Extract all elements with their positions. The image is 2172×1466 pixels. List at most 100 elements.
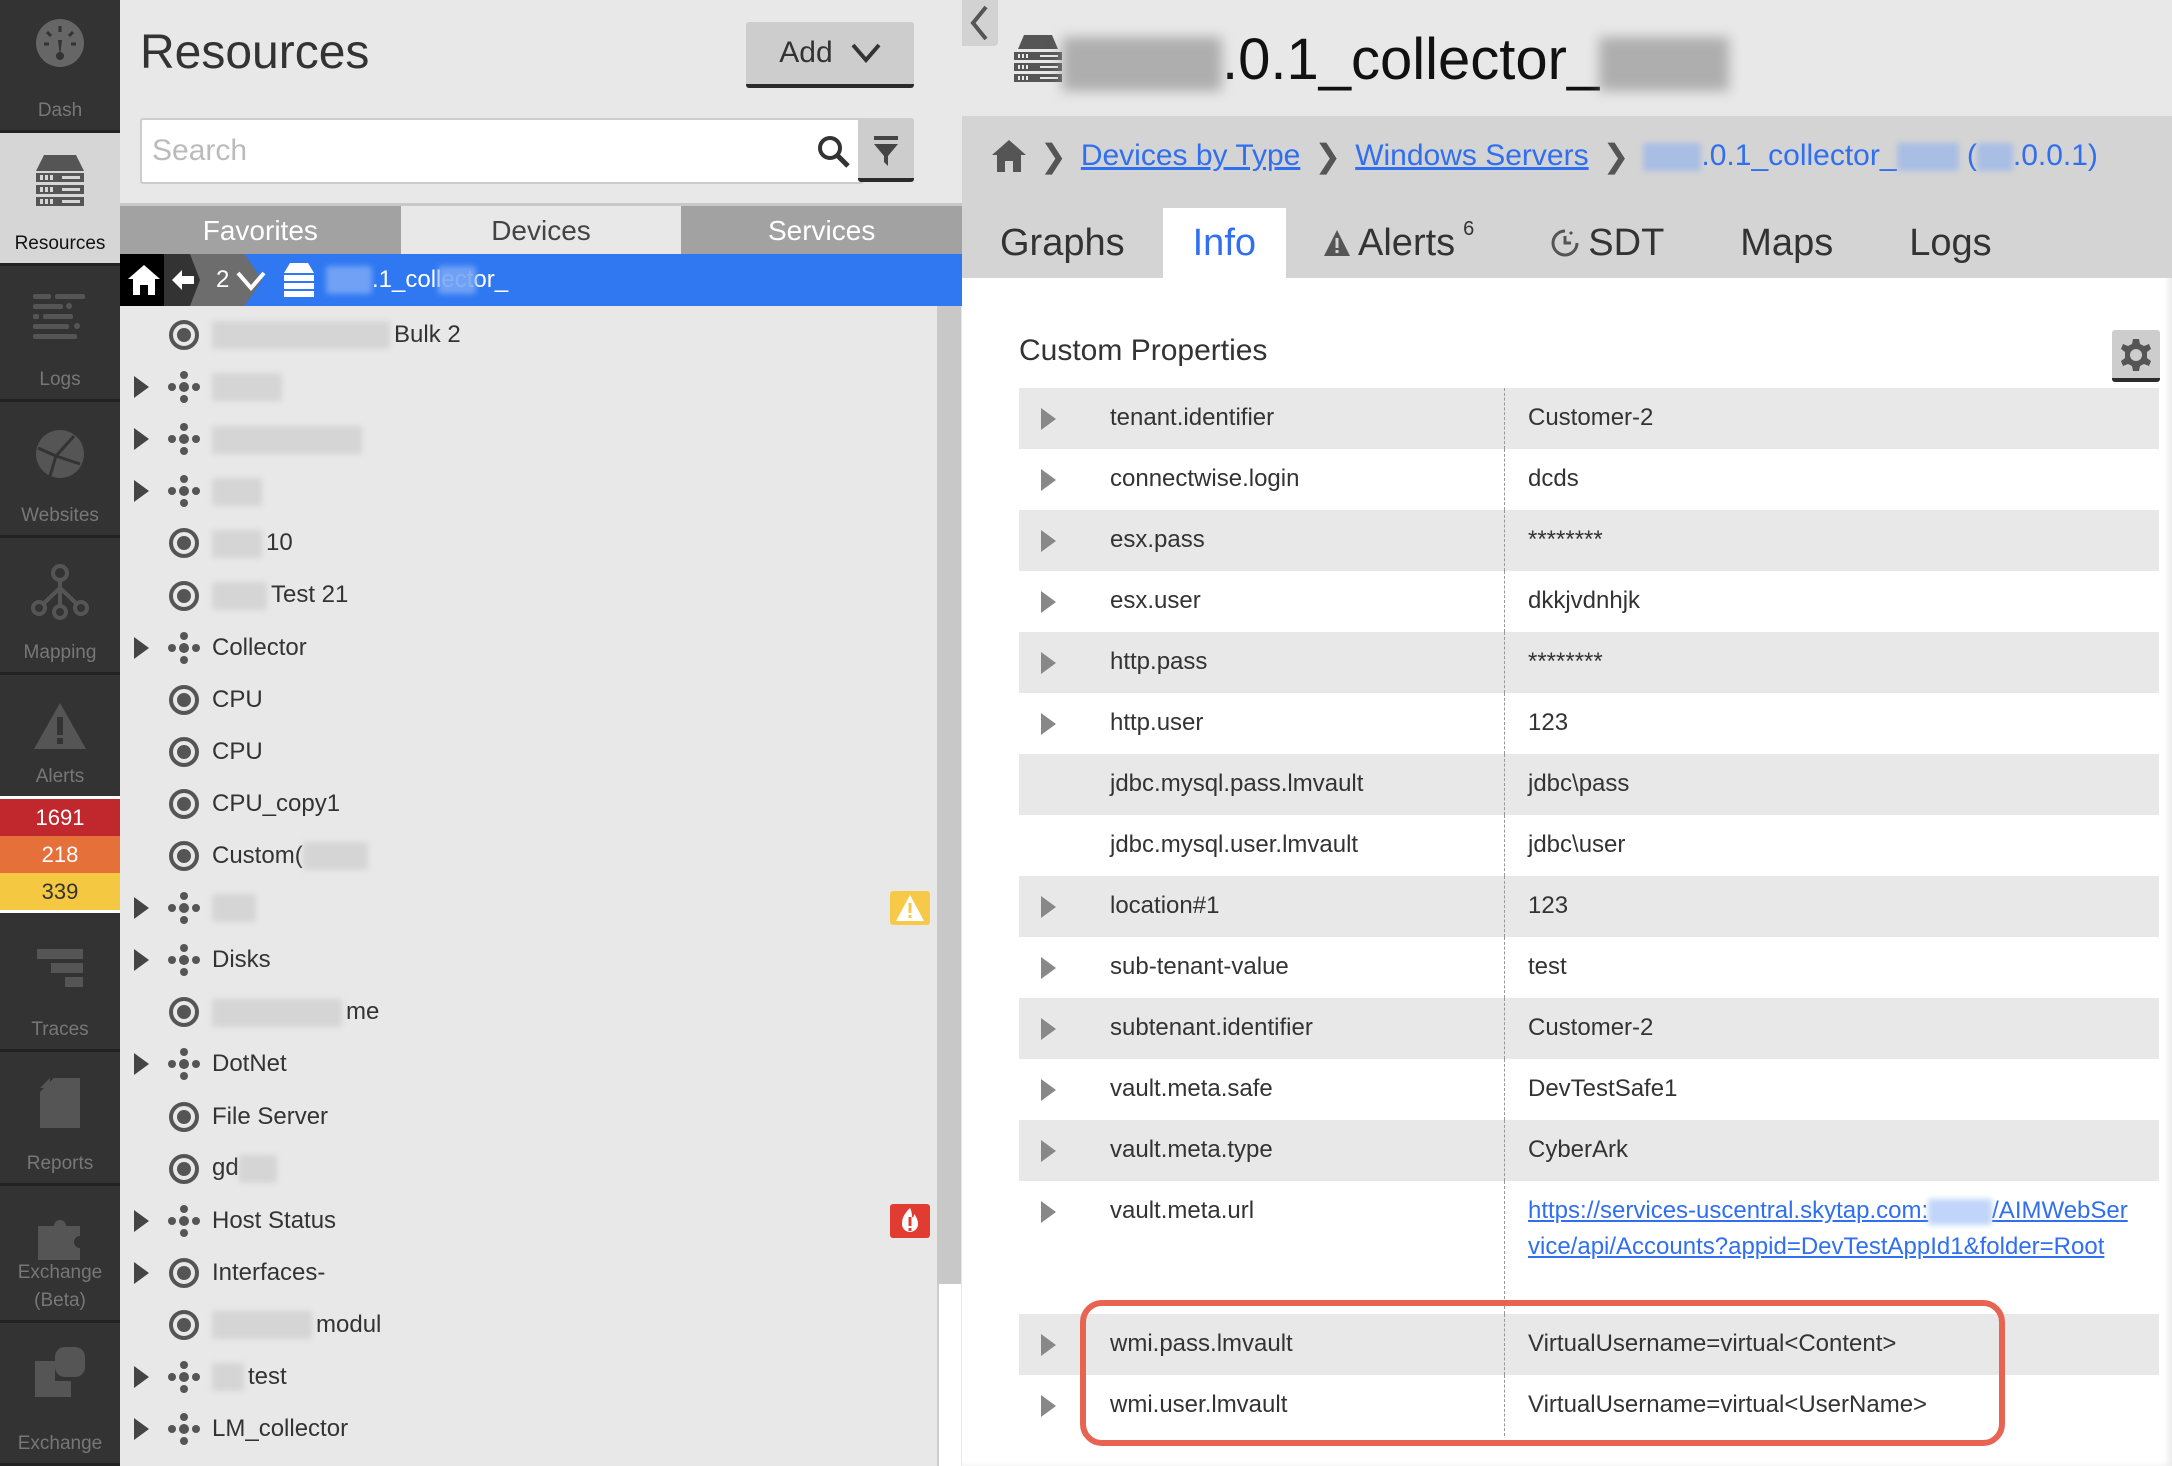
tree-item-label: CPU xyxy=(212,686,263,714)
search-icon[interactable] xyxy=(816,134,852,170)
sidebar-item-exchange[interactable]: Exchange xyxy=(0,1323,120,1466)
add-button[interactable]: Add xyxy=(746,22,914,88)
home-icon[interactable] xyxy=(992,140,1026,172)
column-divider xyxy=(1504,1375,1505,1436)
expand-arrow-icon[interactable] xyxy=(1041,1079,1056,1101)
tree-item[interactable] xyxy=(120,465,938,517)
tree-item[interactable]: CPU xyxy=(120,674,938,726)
sidebar-item-alerts[interactable]: Alerts xyxy=(0,675,120,799)
alert-count-critical[interactable]: 1691 xyxy=(0,799,120,836)
sidebar-item-logs[interactable]: Logs xyxy=(0,266,120,402)
expand-arrow-icon[interactable] xyxy=(1041,713,1056,735)
tree-item[interactable]: Disks xyxy=(120,934,938,986)
tab-services[interactable]: Services xyxy=(681,206,962,255)
url-text[interactable]: https://services-uscentral.skytap.com: xyxy=(1528,1197,1928,1224)
tree-item[interactable]: File Server xyxy=(120,1091,938,1143)
search-input[interactable] xyxy=(152,128,792,174)
expand-arrow-icon[interactable] xyxy=(1041,652,1056,674)
tree-item[interactable]: modul xyxy=(120,1299,938,1351)
tree-item-text: Bulk 2 xyxy=(394,321,461,348)
expand-arrow-icon[interactable] xyxy=(134,376,149,398)
search-field xyxy=(140,118,864,184)
alert-count-error[interactable]: 218 xyxy=(0,836,120,873)
tree-item[interactable] xyxy=(120,413,938,465)
tab-info[interactable]: Info xyxy=(1163,208,1286,278)
datasource-target-icon xyxy=(168,527,200,559)
expand-arrow-icon[interactable] xyxy=(1041,1334,1056,1356)
tab-logs[interactable]: Logs xyxy=(1871,208,2029,278)
critical-alert-badge[interactable] xyxy=(890,1204,930,1238)
expand-arrow-icon[interactable] xyxy=(134,1262,149,1284)
expand-arrow-icon[interactable] xyxy=(1041,957,1056,979)
breadcrumb-devices-by-type[interactable]: Devices by Type xyxy=(1081,139,1301,173)
expand-arrow-icon[interactable] xyxy=(134,1053,149,1075)
warning-alert-badge[interactable] xyxy=(890,891,930,925)
tab-favorites[interactable]: Favorites xyxy=(120,206,401,255)
tree-item[interactable]: Custom( xyxy=(120,830,938,882)
tree-item-text: Custom( xyxy=(212,842,303,869)
tree-item[interactable]: CPU_copy1 xyxy=(120,778,938,830)
tree-item[interactable]: LM_collector xyxy=(120,1403,938,1455)
expand-arrow-icon[interactable] xyxy=(134,428,149,450)
property-value-link[interactable]: https://services-uscentral.skytap.com:/A… xyxy=(1528,1193,2128,1265)
tree-item[interactable]: Host Status xyxy=(120,1195,938,1247)
tree-item-label: Host Status xyxy=(212,1207,336,1235)
expand-arrow-icon[interactable] xyxy=(134,480,149,502)
expand-arrow-icon[interactable] xyxy=(134,637,149,659)
expand-arrow-icon[interactable] xyxy=(1041,1140,1056,1162)
tree-item[interactable]: CPU xyxy=(120,726,938,778)
expand-arrow-icon[interactable] xyxy=(1041,1018,1056,1040)
sidebar-item-websites[interactable]: Websites xyxy=(0,402,120,538)
breadcrumb-windows-servers[interactable]: Windows Servers xyxy=(1355,139,1588,173)
fire-alert-icon xyxy=(890,1204,930,1238)
tree-item[interactable]: Bulk 2 xyxy=(120,309,938,361)
sidebar-item-mapping[interactable]: Mapping xyxy=(0,538,120,675)
expand-arrow-icon[interactable] xyxy=(1041,591,1056,613)
sidebar-item-label: Resources xyxy=(0,233,120,255)
expand-arrow-icon[interactable] xyxy=(134,897,149,919)
tab-graphs[interactable]: Graphs xyxy=(962,208,1163,278)
tab-sdt[interactable]: SDT xyxy=(1512,208,1702,278)
property-row: tenant.identifierCustomer-2 xyxy=(1019,388,2159,449)
collapse-panel-button[interactable] xyxy=(962,0,998,46)
tab-label: Logs xyxy=(1909,222,1991,265)
tree-item[interactable]: 10 xyxy=(120,517,938,569)
sidebar-item-traces[interactable]: Traces xyxy=(0,913,120,1052)
tree-item[interactable] xyxy=(120,361,938,413)
expand-arrow-icon[interactable] xyxy=(1041,1201,1056,1223)
expand-arrow-icon[interactable] xyxy=(134,1366,149,1388)
tree-item-label: Custom( xyxy=(212,842,368,871)
expand-arrow-icon[interactable] xyxy=(1041,1395,1056,1417)
settings-button[interactable] xyxy=(2112,330,2160,382)
sidebar-item-dash[interactable]: Dash xyxy=(0,0,120,133)
tree-item[interactable]: me xyxy=(120,986,938,1038)
tree-item[interactable]: gd xyxy=(120,1143,938,1195)
alert-count-warning[interactable]: 339 xyxy=(0,873,120,913)
tab-devices[interactable]: Devices xyxy=(401,206,682,255)
tree-item[interactable]: Test 21 xyxy=(120,570,938,622)
column-divider xyxy=(1504,449,1505,510)
tree-item[interactable]: Collector xyxy=(120,622,938,674)
warning-triangle-icon xyxy=(1324,230,1350,256)
expand-arrow-icon[interactable] xyxy=(134,949,149,971)
property-value: 123 xyxy=(1528,892,1568,920)
sidebar-item-reports[interactable]: Reports xyxy=(0,1052,120,1186)
tab-alerts[interactable]: Alerts6 xyxy=(1286,208,1512,278)
expand-arrow-icon[interactable] xyxy=(134,1210,149,1232)
tree-item[interactable]: test xyxy=(120,1351,938,1403)
tab-maps[interactable]: Maps xyxy=(1702,208,1871,278)
sidebar-item-resources[interactable]: Resources xyxy=(0,133,120,266)
expand-arrow-icon[interactable] xyxy=(1041,408,1056,430)
tree-item[interactable]: DotNet xyxy=(120,1038,938,1090)
tree-item[interactable]: Interfaces- xyxy=(120,1247,938,1299)
filter-button[interactable] xyxy=(858,118,914,182)
sidebar-item-exchange-beta[interactable]: Exchange (Beta) xyxy=(0,1186,120,1323)
tree-item[interactable] xyxy=(120,882,938,934)
scrollbar-thumb[interactable] xyxy=(937,306,961,1284)
expand-arrow-icon[interactable] xyxy=(1041,896,1056,918)
property-row: jdbc.mysql.pass.lmvaultjdbc\pass xyxy=(1019,754,2159,815)
expand-arrow-icon[interactable] xyxy=(1041,469,1056,491)
expand-arrow-icon[interactable] xyxy=(134,1418,149,1440)
expand-arrow-icon[interactable] xyxy=(1041,530,1056,552)
property-value: DevTestSafe1 xyxy=(1528,1075,1677,1103)
